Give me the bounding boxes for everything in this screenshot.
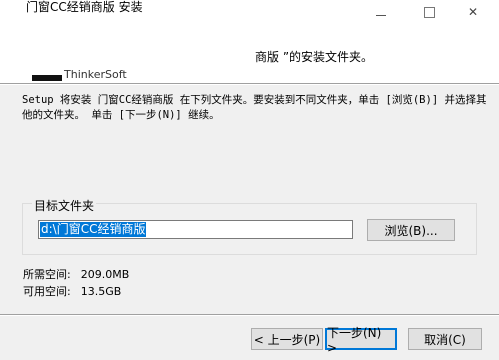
- brand-text: ThinkerSoft: [64, 67, 127, 81]
- space-available: 可用空间: 13.5GB: [23, 283, 121, 299]
- footer-divider-highlight: [0, 315, 499, 316]
- back-button[interactable]: < 上一步(P): [251, 328, 323, 350]
- browse-button[interactable]: 浏览(B)...: [367, 219, 455, 241]
- header-divider-highlight: [0, 84, 499, 85]
- space-available-value: 13.5GB: [80, 285, 122, 298]
- cancel-button[interactable]: 取消(C): [408, 328, 482, 350]
- space-required-label: 所需空间:: [23, 268, 71, 281]
- close-icon[interactable]: ✕: [458, 2, 488, 22]
- space-required-value: 209.0MB: [80, 268, 130, 281]
- logo-bar: [32, 75, 62, 81]
- window-title: 门窗CC经销商版 安装: [26, 0, 143, 14]
- destination-group-label: 目标文件夹: [32, 197, 97, 214]
- brand-logo: ThinkerSoft: [32, 68, 127, 82]
- space-available-label: 可用空间:: [23, 285, 71, 298]
- space-required: 所需空间: 209.0MB: [23, 266, 129, 282]
- maximize-icon[interactable]: [414, 2, 444, 22]
- destination-path-input[interactable]: d:\门窗CC经销商版: [38, 220, 353, 239]
- instructions-text: Setup 将安装 门窗CC经销商版 在下列文件夹。要安装到不同文件夹，单击 […: [22, 94, 487, 121]
- header-subtitle: 商版 ”的安装文件夹。: [255, 50, 374, 64]
- next-button[interactable]: 下一步(N) >: [325, 326, 397, 355]
- minimize-icon[interactable]: [366, 2, 396, 22]
- destination-path-value: d:\门窗CC经销商版: [40, 222, 147, 237]
- header-panel: 门窗CC经销商版 安装 ✕ 商版 ”的安装文件夹。 ThinkerSoft: [0, 0, 499, 83]
